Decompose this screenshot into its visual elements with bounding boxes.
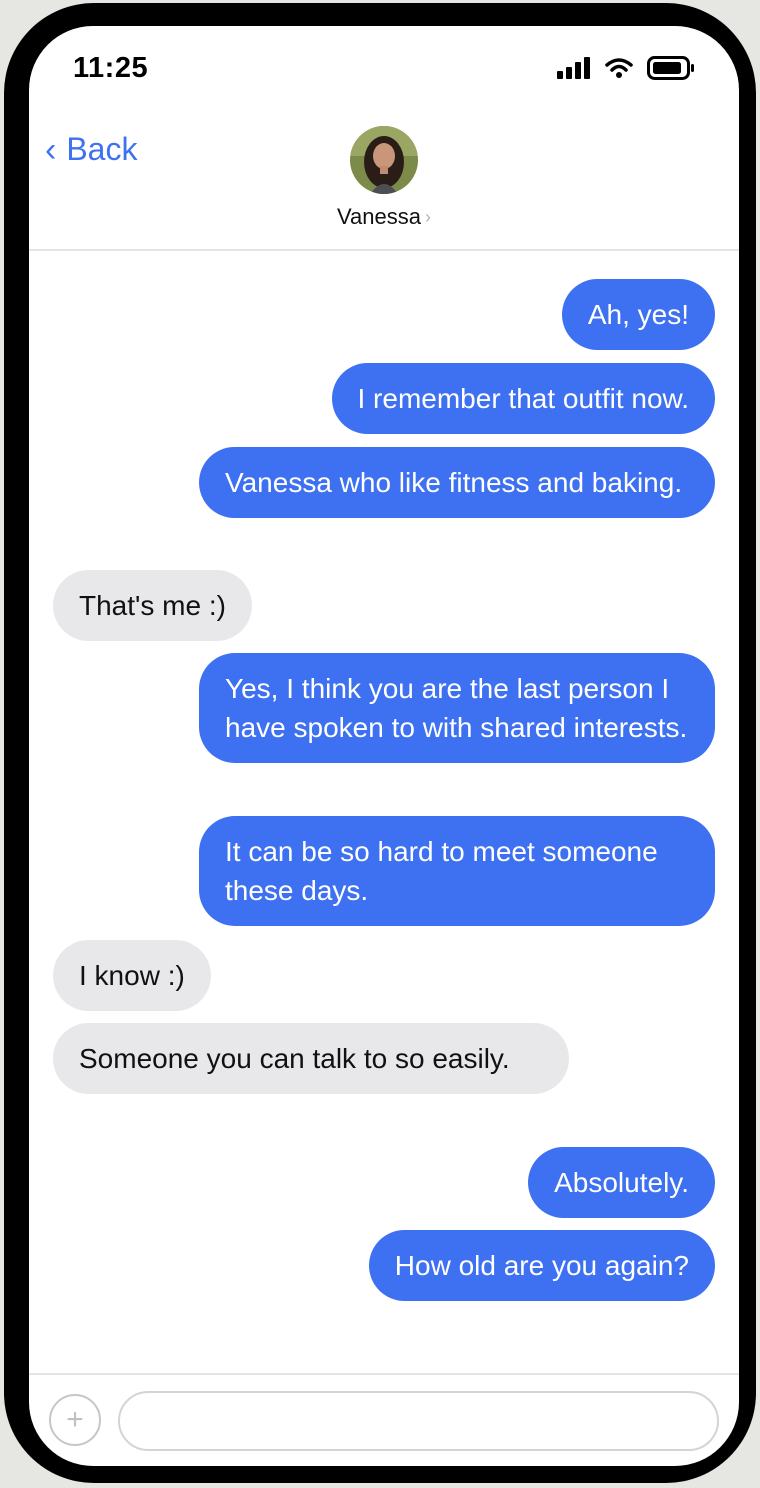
chat-screen: 11:25 ‹ Back Vanessa › Ah, yes! I rememb…	[29, 26, 739, 1466]
add-attachment-button[interactable]: +	[49, 1394, 101, 1446]
plus-icon: +	[66, 1403, 84, 1436]
phone-frame: 11:25 ‹ Back Vanessa › Ah, yes! I rememb…	[4, 3, 756, 1483]
message-bubble-sent: It can be so hard to meet someone these …	[199, 816, 715, 926]
header-divider	[29, 249, 739, 251]
avatar-image	[350, 126, 418, 194]
message-bubble-sent: Ah, yes!	[561, 279, 715, 350]
message-bubble-received: That's me :)	[53, 570, 252, 641]
back-chevron-icon: ‹	[45, 130, 57, 169]
message-bubble-sent: Absolutely.	[528, 1147, 715, 1218]
message-bubble-sent: Yes, I think you are the last person I h…	[199, 653, 715, 763]
status-icons	[557, 56, 695, 80]
contact-name: Vanessa	[337, 204, 421, 229]
chevron-right-icon: ›	[424, 206, 431, 227]
signal-icon	[557, 57, 590, 79]
back-button[interactable]: ‹ Back	[45, 131, 137, 168]
status-time: 11:25	[73, 52, 149, 84]
composer-divider	[29, 1373, 739, 1375]
battery-icon	[647, 56, 694, 80]
wifi-icon	[605, 58, 633, 78]
contact-avatar[interactable]	[350, 126, 418, 194]
message-bubble-sent: Vanessa who like fitness and baking.	[199, 447, 715, 518]
back-label: Back	[66, 131, 138, 167]
message-input[interactable]	[118, 1391, 719, 1451]
message-bubble-received: I know :)	[53, 940, 211, 1011]
message-bubble-sent: I remember that outfit now.	[331, 363, 715, 434]
contact-name-row[interactable]: Vanessa ›	[29, 204, 739, 230]
message-bubble-sent: How old are you again?	[368, 1230, 715, 1301]
message-bubble-received: Someone you can talk to so easily.	[53, 1023, 569, 1094]
